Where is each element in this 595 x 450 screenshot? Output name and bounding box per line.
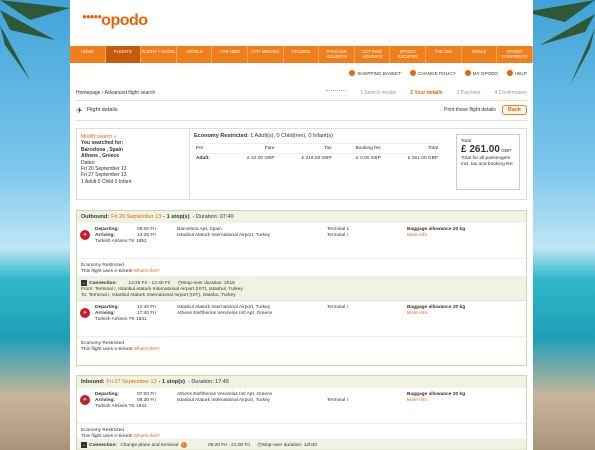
- inbound-header: Inbound: Fri 27 September 13 - 1 stop(s)…: [77, 376, 526, 388]
- nav-cruises[interactable]: CRUISES: [284, 46, 320, 63]
- outbound-leg-2: ✈ Departing: Arriving: Turkish Airlines TK…: [77, 301, 526, 337]
- inbound-section: Inbound: Fri 27 September 13 - 1 stop(s)…: [76, 375, 527, 450]
- shopping-basket-link[interactable]: SHOPPING BASKET: [349, 70, 401, 76]
- total-amount: £ 261.00: [461, 144, 500, 156]
- nav-deals[interactable]: DEALS: [462, 46, 498, 63]
- nav-home[interactable]: HOME: [70, 46, 106, 63]
- outbound-connection: ↔ Connection: 13:25 Fri - 12:40 Fri ◷Stop…: [77, 277, 526, 301]
- outbound-notes-2: Economy Restricted This flight uses e-ti…: [81, 341, 160, 352]
- nav-corporate[interactable]: OPODO CORPORATE: [497, 46, 533, 63]
- nav-cottage-holidays[interactable]: COTTAGE HOLIDAYS: [355, 46, 391, 63]
- step-search-results[interactable]: 1 Search results: [360, 90, 396, 96]
- search-summary: Modify search » You searched for: Barcel…: [76, 128, 527, 200]
- fare-breakdown: Economy Restricted: 1 Adult(s), 0 Child(…: [189, 129, 444, 199]
- turkish-airlines-logo: ✈: [80, 308, 90, 318]
- change-policy-link[interactable]: CHANGE POLICY: [410, 70, 456, 76]
- inbound-leg-1: ✈ Departing: Arriving: Turkish Airlines TK…: [77, 388, 526, 424]
- outbound-header: Outbound: Fri 20 September 13 - 1 stop(s…: [77, 211, 526, 223]
- flight-details-title: Flight details: [86, 107, 118, 113]
- breadcrumb-bar: Homepage › Advanced flight search 1 Sear…: [76, 88, 527, 98]
- nav-city-breaks[interactable]: CITY BREAKS: [248, 46, 284, 63]
- opodo-logo[interactable]: ●●●●●opodo: [82, 12, 148, 30]
- utility-bar: SHOPPING BASKET CHANGE POLICY MY OPODO H…: [349, 70, 527, 76]
- inbound-notes-1: Economy Restricted This flight uses e-ti…: [77, 424, 526, 440]
- print-flight-details-link[interactable]: Print these flight details: [444, 107, 496, 113]
- fare-table: Per Fare Tax Booking fee Total Adult: £ …: [194, 143, 440, 163]
- connection-icon: ↔: [81, 280, 87, 286]
- palm-leaves-right: [525, 0, 595, 85]
- help-link[interactable]: HELP: [506, 70, 527, 76]
- turkish-airlines-logo: ✈: [80, 230, 90, 240]
- outbound-section: Outbound: Fri 20 September 13 - 1 stop(s…: [76, 210, 527, 366]
- more-info-link[interactable]: More info: [407, 311, 427, 316]
- info-icon[interactable]: !: [180, 442, 187, 448]
- my-opodo-link[interactable]: MY OPODO: [464, 70, 498, 76]
- flight-details-bar: ✈ Flight details Print these flight deta…: [76, 104, 527, 116]
- palm-leaves-left: [0, 0, 70, 80]
- turkish-airlines-logo: ✈: [80, 395, 90, 405]
- outbound-notes-1: Economy Restricted This flight uses e-ti…: [77, 259, 526, 277]
- divider: [76, 120, 527, 121]
- more-info-link[interactable]: More info: [407, 233, 427, 238]
- breadcrumb[interactable]: Homepage › Advanced flight search: [76, 90, 155, 96]
- basket-icon: [349, 70, 356, 76]
- back-button[interactable]: Back: [501, 105, 527, 115]
- nav-car-hire[interactable]: CAR HIRE: [212, 46, 249, 63]
- booking-steps: 1 Search results 2 Your details 3 Paymen…: [326, 90, 527, 96]
- main-nav: HOME FLIGHTS FLIGHT + HOTEL HOTELS CAR H…: [70, 46, 533, 63]
- policy-icon: [410, 70, 417, 76]
- whats-this-link[interactable]: What's this?: [134, 269, 160, 274]
- nav-flight-hotel[interactable]: FLIGHT + HOTEL: [141, 46, 177, 63]
- nav-hotels[interactable]: HOTELS: [177, 46, 213, 63]
- search-criteria: Modify search » You searched for: Barcel…: [81, 134, 132, 185]
- total-price-box: Total £ 261.00 GBP Total for all passeng…: [456, 134, 520, 190]
- whats-this-link[interactable]: What's this?: [134, 434, 160, 439]
- step-confirmation: 4 Confirmation: [494, 90, 527, 96]
- step-payment: 3 Payment: [456, 90, 481, 96]
- user-icon: [464, 70, 471, 76]
- plane-icon: ✈: [76, 105, 83, 115]
- inbound-connection: ↔ Connection: Change plane and terminal. …: [77, 440, 526, 450]
- nav-opodo-escapes[interactable]: OPODO ESCAPES: [390, 46, 427, 63]
- nav-usa[interactable]: THE USA: [426, 46, 462, 63]
- outbound-leg-1: ✈ Departing: Arriving: Turkish Airlines TK…: [77, 223, 526, 259]
- whats-this-link[interactable]: What's this?: [134, 347, 160, 352]
- help-icon: [506, 70, 513, 76]
- nav-package-holidays[interactable]: PACKAGE HOLIDAYS: [319, 46, 355, 63]
- divider: [76, 100, 527, 101]
- step-your-details: 2 Your details: [410, 90, 443, 96]
- more-info-link[interactable]: More info: [407, 398, 427, 403]
- nav-flights[interactable]: FLIGHTS: [105, 46, 142, 63]
- connection-icon: ↔: [81, 442, 87, 448]
- modify-search-link[interactable]: Modify search »: [81, 134, 116, 140]
- booking-page: ●●●●●opodo HOME FLIGHTS FLIGHT + HOTEL H…: [70, 0, 533, 450]
